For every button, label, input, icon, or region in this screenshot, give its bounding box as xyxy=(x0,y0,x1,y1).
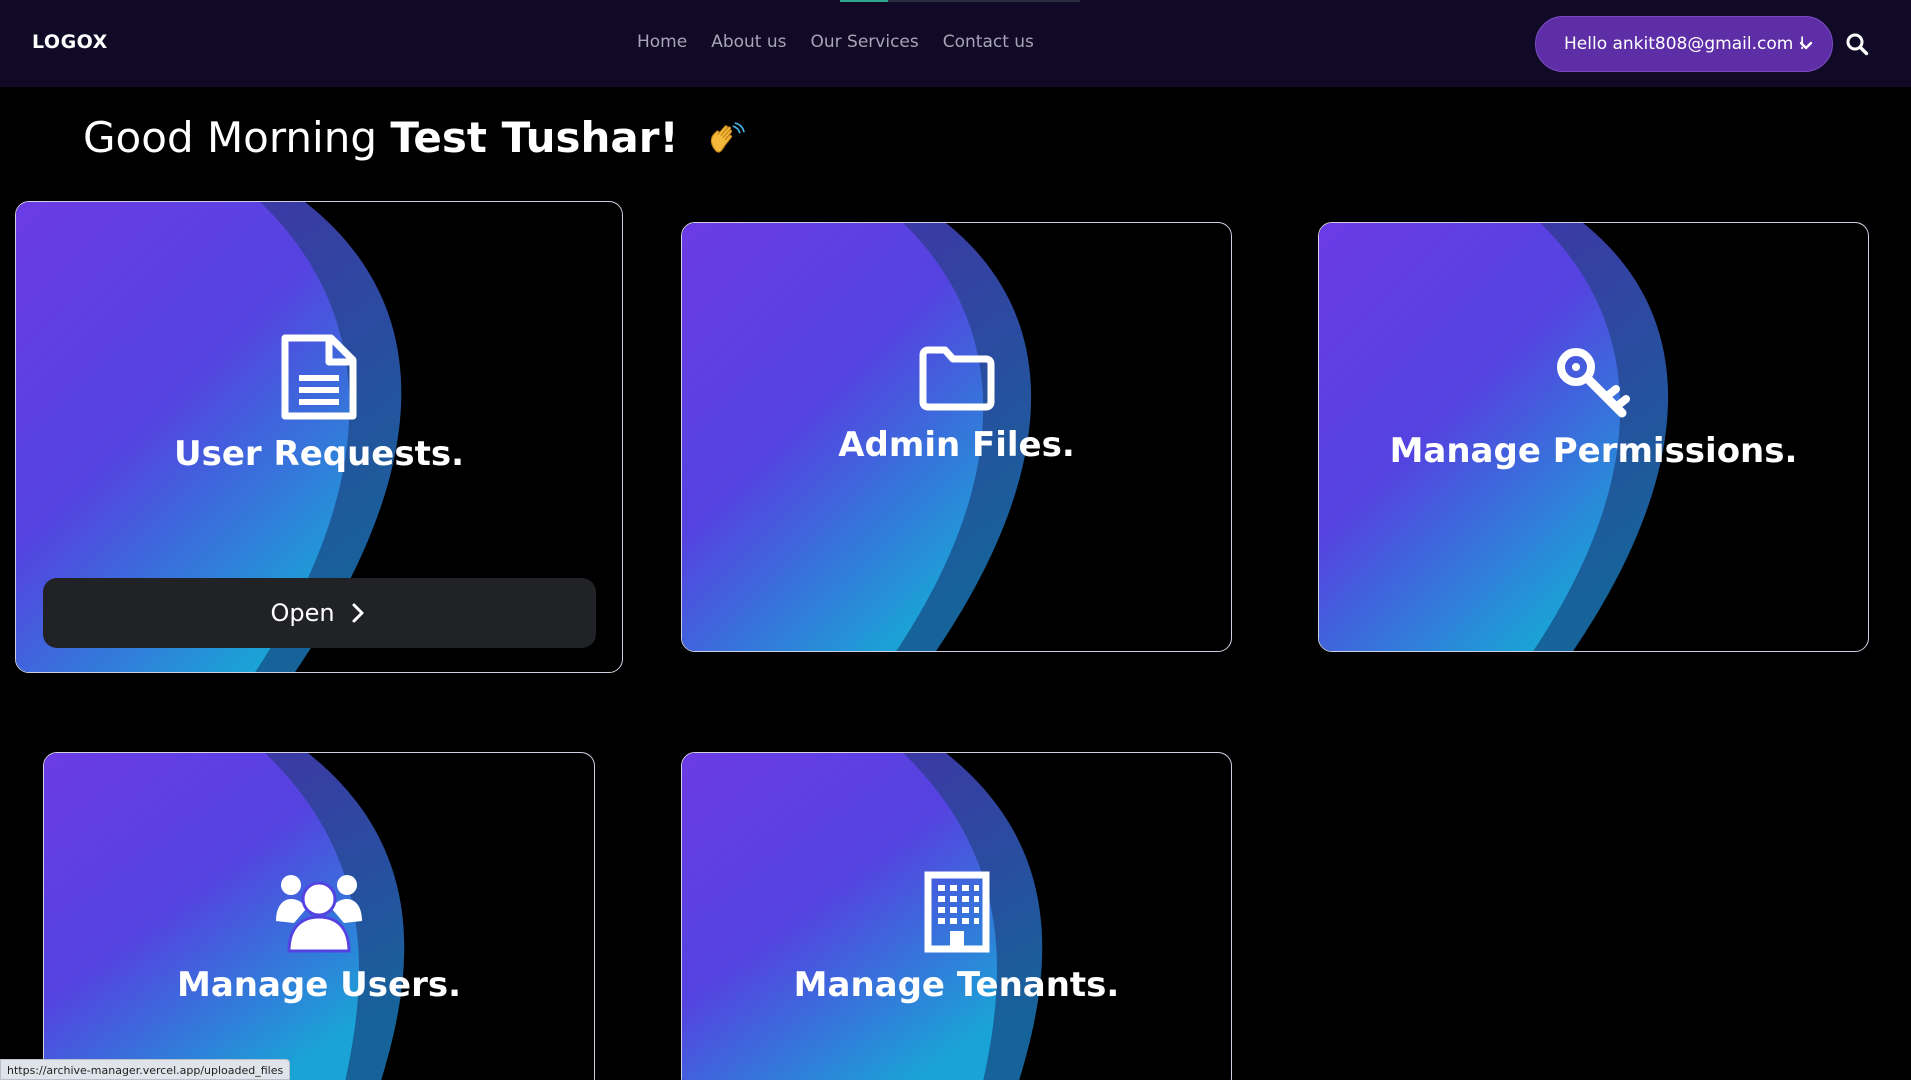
nav-link-contact[interactable]: Contact us xyxy=(943,32,1034,52)
status-bar-url: https://archive-manager.vercel.app/uploa… xyxy=(0,1059,291,1080)
user-menu-button[interactable]: Hello ankit808@gmail.com ! xyxy=(1535,16,1833,72)
users-icon xyxy=(276,875,362,953)
key-icon xyxy=(1556,348,1630,418)
document-icon xyxy=(281,334,357,420)
card-manage-permissions[interactable]: Manage Permissions. xyxy=(1318,222,1869,652)
search-icon[interactable] xyxy=(1845,32,1869,56)
open-button-label: Open xyxy=(270,599,335,627)
logo[interactable]: LOGOX xyxy=(32,31,108,53)
card-title: User Requests. xyxy=(174,434,464,474)
card-user-requests[interactable]: User Requests. Open xyxy=(15,201,623,673)
greeting-name: Test Tushar! xyxy=(390,113,679,162)
greeting-prefix: Good Morning xyxy=(83,113,377,162)
top-navbar: LOGOX Home About us Our Services Contact… xyxy=(0,0,1911,87)
card-manage-users[interactable]: Manage Users. xyxy=(43,752,595,1080)
building-icon xyxy=(924,871,989,953)
card-title: Manage Users. xyxy=(177,965,461,1005)
chevron-right-icon xyxy=(352,603,364,623)
card-manage-tenants[interactable]: Manage Tenants. xyxy=(681,752,1232,1080)
card-admin-files[interactable]: Admin Files. xyxy=(681,222,1232,652)
nav-link-services[interactable]: Our Services xyxy=(811,32,919,52)
open-button[interactable]: Open xyxy=(43,578,596,648)
greeting: Good Morning Test Tushar! xyxy=(83,113,746,162)
card-title: Manage Permissions. xyxy=(1389,431,1798,471)
card-title: Manage Tenants. xyxy=(793,965,1120,1005)
waving-hand-icon xyxy=(710,121,745,153)
nav-link-home[interactable]: Home xyxy=(637,32,687,52)
folder-icon xyxy=(919,346,994,411)
loading-bar xyxy=(840,0,1080,2)
user-menu-label: Hello ankit808@gmail.com ! xyxy=(1564,34,1806,54)
chevron-down-icon xyxy=(1799,41,1813,50)
card-title: Admin Files. xyxy=(838,425,1075,465)
nav-link-about[interactable]: About us xyxy=(711,32,786,52)
nav-links: Home About us Our Services Contact us xyxy=(637,32,1034,52)
